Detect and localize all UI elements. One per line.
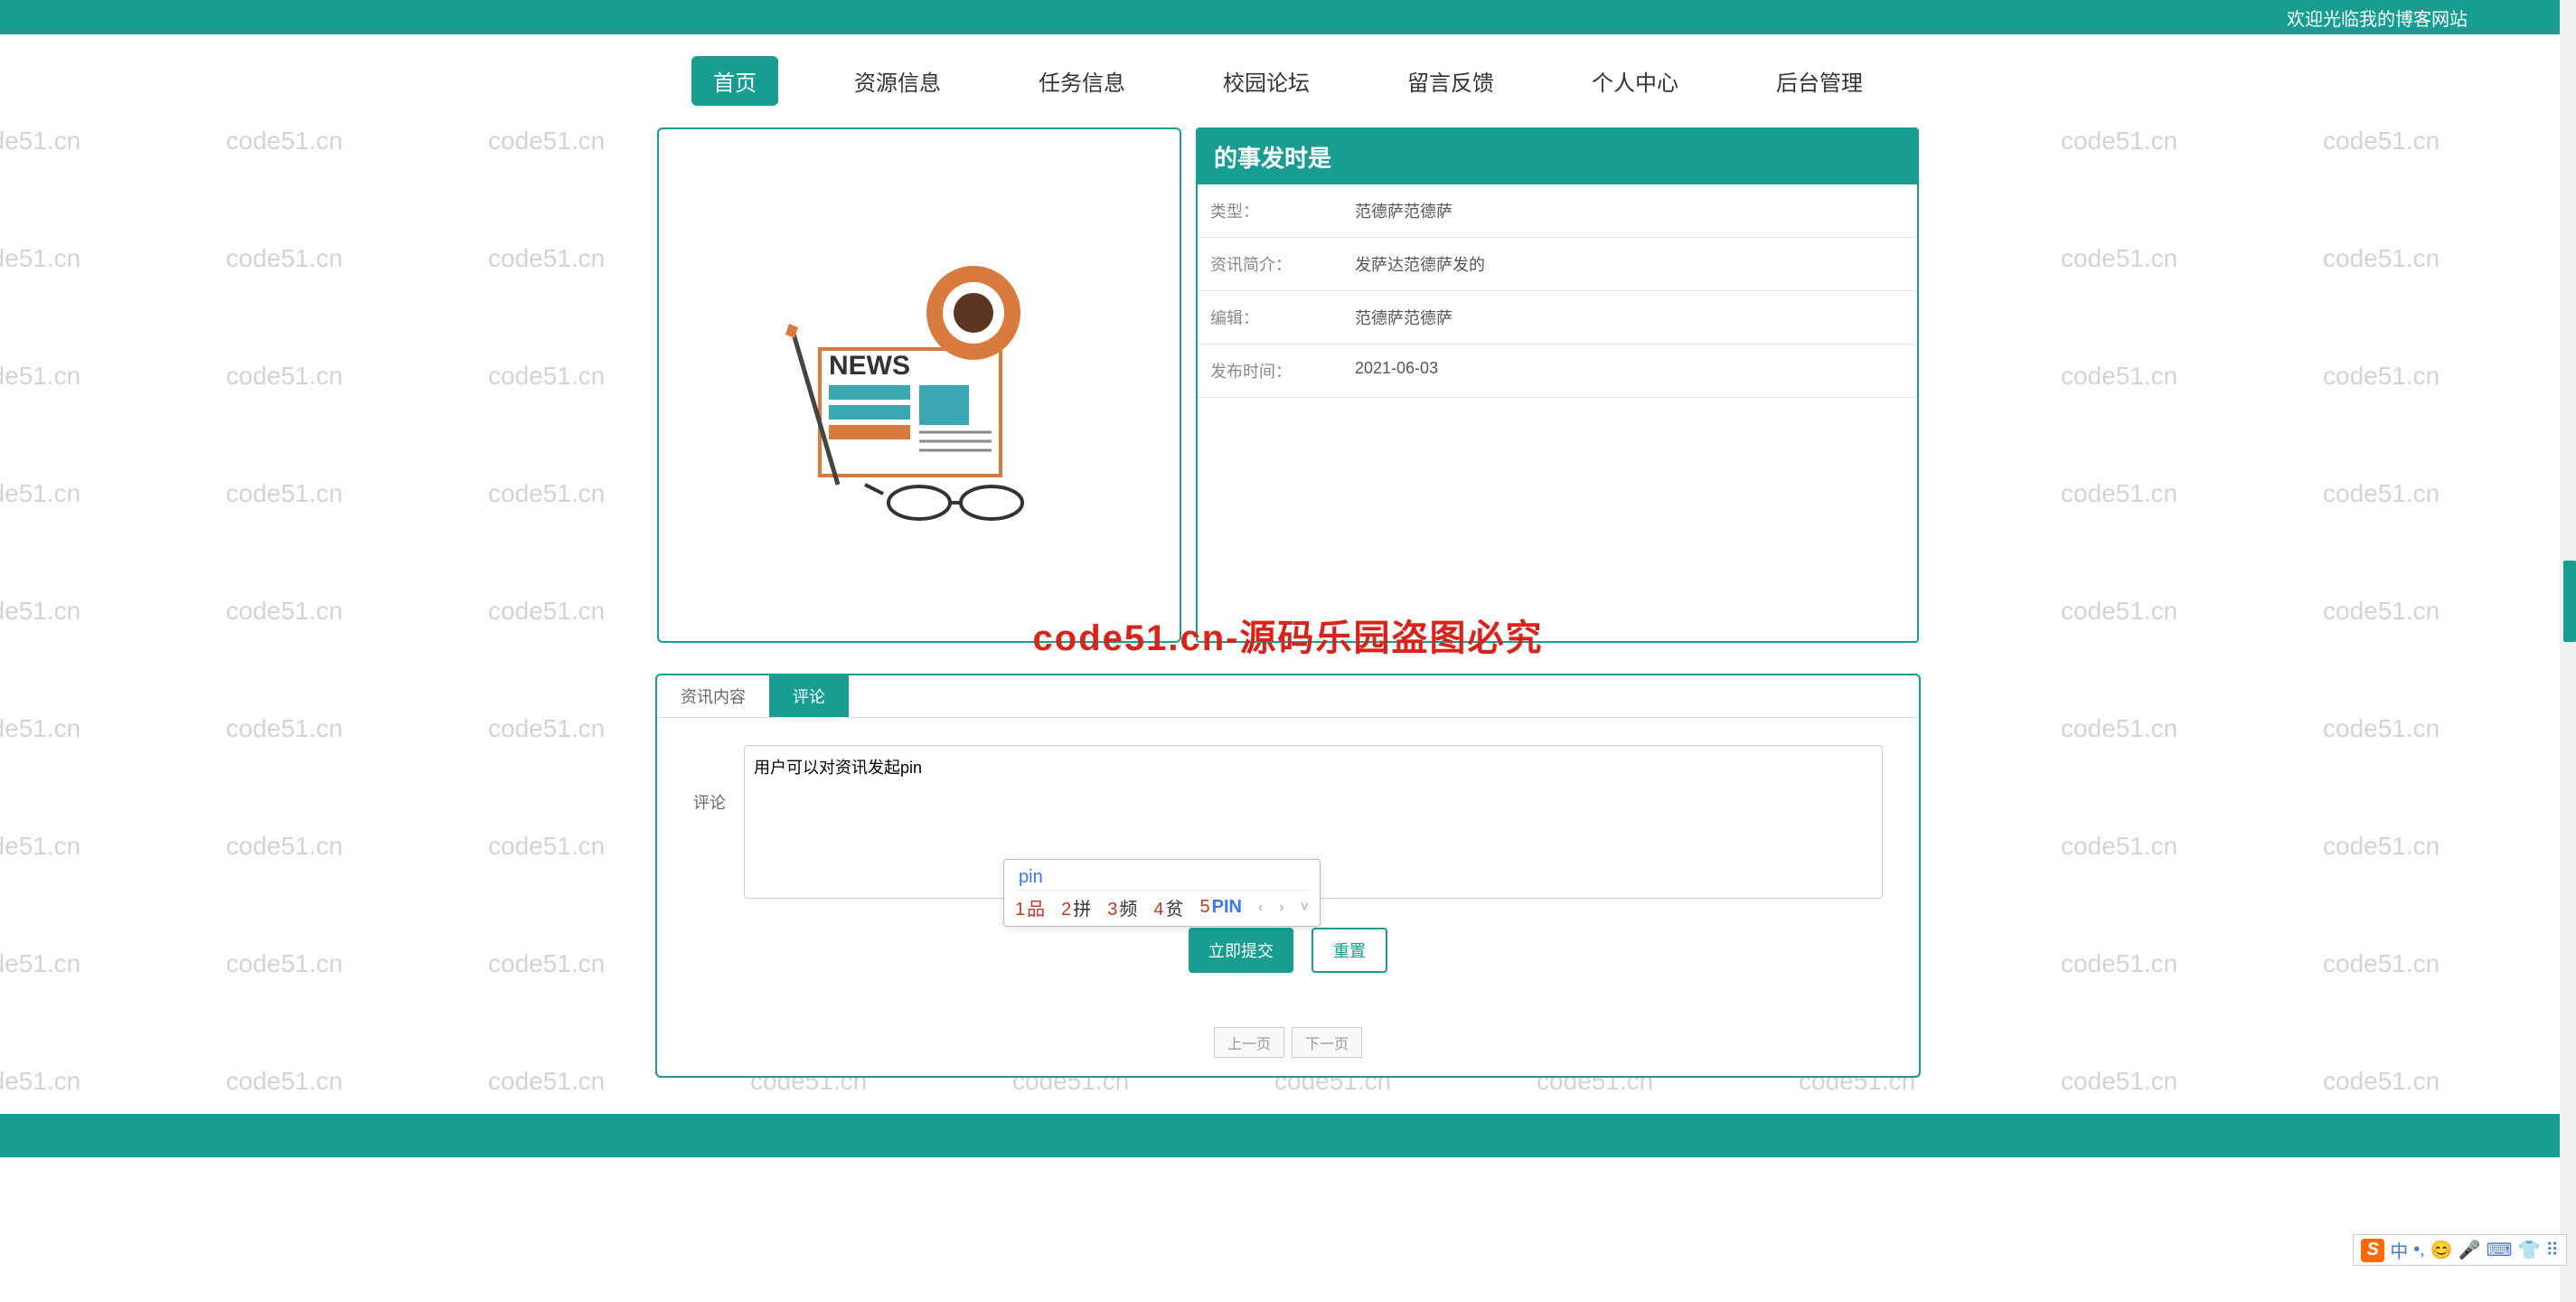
- tab-content[interactable]: 资讯内容: [657, 675, 769, 717]
- comment-label: 评论: [693, 790, 726, 814]
- reset-button[interactable]: 重置: [1312, 928, 1387, 973]
- info-value: 2021-06-03: [1355, 359, 1438, 382]
- footer-bar: [0, 1114, 2576, 1157]
- submit-button[interactable]: 立即提交: [1189, 928, 1293, 973]
- ime-tray-emoji-icon[interactable]: 😊: [2430, 1239, 2453, 1261]
- info-row-summary: 资讯简介： 发萨达范德萨发的: [1198, 238, 1917, 291]
- ime-candidate-3[interactable]: 3频: [1107, 894, 1137, 920]
- top-bar: 欢迎光临我的博客网站: [0, 0, 2576, 34]
- center-watermark: code51.cn-源码乐园盗图必究: [0, 609, 2576, 661]
- nav-forum[interactable]: 校园论坛: [1201, 56, 1331, 106]
- ime-tray-voice-icon[interactable]: 🎤: [2458, 1239, 2481, 1261]
- info-row-editor: 编辑： 范德萨范德萨: [1198, 291, 1917, 344]
- article-info-card: 的事发时是 类型： 范德萨范德萨 资讯简介： 发萨达范德萨发的 编辑： 范德萨范…: [1196, 127, 1919, 643]
- ime-tray-punct[interactable]: •,: [2413, 1240, 2425, 1260]
- ime-dropdown-icon[interactable]: ˅: [1301, 900, 1309, 916]
- ime-next-icon[interactable]: ›: [1279, 900, 1283, 916]
- vertical-scrollbar[interactable]: [2560, 0, 2576, 1302]
- ime-input-text: pin: [1015, 865, 1309, 891]
- info-row-publish-time: 发布时间： 2021-06-03: [1198, 344, 1917, 398]
- ime-candidate-2[interactable]: 2拼: [1061, 894, 1091, 920]
- ime-prev-icon[interactable]: ‹: [1258, 900, 1263, 916]
- welcome-text: 欢迎光临我的博客网站: [2287, 5, 2468, 31]
- info-label: 资讯简介：: [1210, 252, 1355, 276]
- prev-page-button[interactable]: 上一页: [1214, 1027, 1284, 1058]
- ime-system-tray[interactable]: S 中 •, 😊 🎤 ⌨ 👕 ⠿: [2353, 1234, 2567, 1266]
- ime-tray-menu-icon[interactable]: ⠿: [2545, 1239, 2559, 1261]
- nav-profile[interactable]: 个人中心: [1570, 56, 1700, 106]
- ime-candidate-4[interactable]: 4贫: [1153, 894, 1183, 920]
- info-value: 范德萨范德萨: [1355, 306, 1453, 329]
- nav-resources[interactable]: 资源信息: [832, 56, 963, 106]
- info-row-type: 类型： 范德萨范德萨: [1198, 184, 1917, 238]
- article-image-card: NEWS: [657, 127, 1181, 643]
- info-label: 类型：: [1210, 199, 1355, 222]
- ime-candidate-popup[interactable]: pin 1品 2拼 3频 4贫 5PIN ‹ › ˅: [1003, 859, 1321, 927]
- info-value: 范德萨范德萨: [1355, 199, 1453, 222]
- ime-tray-lang[interactable]: 中: [2390, 1237, 2408, 1263]
- info-label: 编辑：: [1210, 306, 1355, 329]
- tab-comments[interactable]: 评论: [769, 675, 849, 717]
- nav-home[interactable]: 首页: [691, 56, 778, 106]
- sogou-logo-icon[interactable]: S: [2361, 1239, 2384, 1262]
- news-illustration: NEWS: [738, 241, 1100, 530]
- info-value: 发萨达范德萨发的: [1355, 252, 1485, 276]
- nav-admin[interactable]: 后台管理: [1754, 56, 1885, 106]
- pagination: 上一页 下一页: [657, 1027, 1919, 1058]
- nav-feedback[interactable]: 留言反馈: [1386, 56, 1516, 106]
- svg-text:NEWS: NEWS: [829, 351, 910, 381]
- nav-tasks[interactable]: 任务信息: [1017, 56, 1147, 106]
- ime-tray-keyboard-icon[interactable]: ⌨: [2487, 1239, 2513, 1261]
- nav-bar: 首页 资源信息 任务信息 校园论坛 留言反馈 个人中心 后台管理: [0, 34, 2576, 127]
- info-label: 发布时间：: [1210, 359, 1355, 382]
- ime-tray-skin-icon[interactable]: 👕: [2517, 1239, 2540, 1261]
- next-page-button[interactable]: 下一页: [1292, 1027, 1362, 1058]
- tabs: 资讯内容 评论: [657, 675, 1919, 718]
- scrollbar-thumb[interactable]: [2563, 561, 2576, 642]
- ime-candidate-5[interactable]: 5PIN: [1200, 897, 1242, 918]
- ime-candidate-1[interactable]: 1品: [1015, 894, 1045, 920]
- article-title: 的事发时是: [1198, 129, 1917, 184]
